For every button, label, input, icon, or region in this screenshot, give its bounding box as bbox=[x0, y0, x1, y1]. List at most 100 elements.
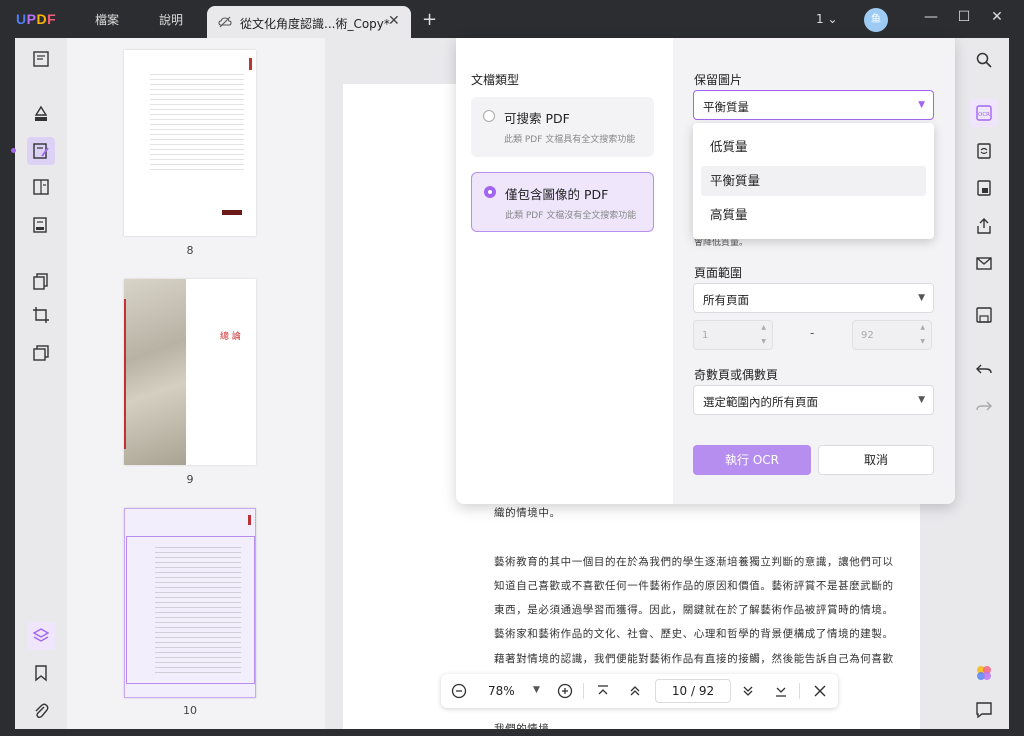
option-title: 可搜索 PDF bbox=[504, 111, 570, 126]
divider bbox=[799, 683, 800, 699]
attachment-icon[interactable] bbox=[32, 702, 50, 720]
cloud-off-icon bbox=[218, 16, 232, 28]
text-line: 知道自己喜歡或不喜歡任何一件藝術作品的原因和價值。藝術評賞不是甚麼武斷的 bbox=[494, 580, 894, 592]
thumbnail-number: 8 bbox=[186, 244, 194, 257]
close-window-icon[interactable]: ✕ bbox=[989, 9, 1005, 25]
page-number-input[interactable]: 10 / 92 bbox=[655, 679, 731, 703]
zoom-dropdown-icon[interactable]: ▼ bbox=[533, 685, 540, 695]
bookmark-icon[interactable] bbox=[32, 664, 50, 682]
edit-pdf-icon[interactable] bbox=[32, 142, 50, 160]
thumbnail-number: 9 bbox=[186, 473, 194, 486]
tab-close-icon[interactable]: ✕ bbox=[388, 13, 400, 29]
increment-icon[interactable]: ▲ bbox=[920, 324, 925, 331]
title-bar: UPDF 檔案 說明 從文化角度認識...術_Copy* ✕ + 1 ⌄ 鱼 —… bbox=[0, 0, 1024, 38]
caret-down-icon: ▼ bbox=[918, 293, 925, 303]
caret-down-icon: ▼ bbox=[918, 100, 925, 110]
text-line: 織的情境中。 bbox=[494, 507, 561, 519]
select-value: 所有頁面 bbox=[703, 293, 749, 307]
thumbnail-page-10-selected[interactable] bbox=[124, 508, 256, 698]
ai-assistant-icon[interactable] bbox=[975, 664, 993, 682]
minimize-icon[interactable]: — bbox=[923, 9, 939, 25]
quality-option-high[interactable]: 高質量 bbox=[701, 200, 926, 230]
range-to-value: 92 bbox=[861, 330, 874, 341]
app-logo: UPDF bbox=[16, 11, 57, 27]
previous-page-icon[interactable] bbox=[627, 683, 643, 699]
zoom-toolbar: 78% ▼ 10 / 92 bbox=[441, 674, 838, 708]
organize-pages-icon[interactable] bbox=[32, 272, 50, 290]
caret-down-icon: ▼ bbox=[918, 395, 925, 405]
page-range-label: 頁面範圍 bbox=[694, 266, 743, 280]
text-line: 東西，是必須通過學習而獲得。因此，關鍵就在於了解藝術作品被評賞時的情境。 bbox=[494, 604, 894, 616]
share-icon[interactable] bbox=[975, 217, 993, 235]
protect-icon[interactable] bbox=[975, 179, 993, 197]
range-to-input[interactable]: 92 ▲ ▼ bbox=[852, 320, 932, 350]
ocr-icon[interactable]: OCR bbox=[975, 104, 993, 122]
window-count[interactable]: 1 ⌄ bbox=[816, 12, 838, 26]
new-tab-icon[interactable]: + bbox=[422, 9, 437, 30]
radio-searchable[interactable] bbox=[483, 110, 495, 122]
radio-image-only[interactable] bbox=[484, 186, 496, 198]
doc-type-label: 文檔類型 bbox=[471, 73, 520, 87]
highlighter-icon[interactable] bbox=[32, 105, 50, 123]
first-page-icon[interactable] bbox=[595, 683, 611, 699]
select-value: 平衡質量 bbox=[703, 100, 749, 114]
run-ocr-button[interactable]: 執行 OCR bbox=[693, 445, 811, 475]
divider bbox=[583, 683, 584, 699]
email-icon[interactable] bbox=[975, 254, 993, 272]
image-quality-select[interactable]: 平衡質量 ▼ bbox=[693, 90, 934, 120]
zoom-value[interactable]: 78% bbox=[488, 684, 515, 698]
comment-icon[interactable] bbox=[975, 701, 993, 719]
range-separator: - bbox=[810, 326, 815, 340]
compress-icon[interactable] bbox=[32, 344, 50, 362]
left-toolbar bbox=[11, 38, 67, 729]
active-indicator bbox=[11, 148, 16, 153]
thumbnail-number: 10 bbox=[183, 704, 197, 717]
page-text-preview bbox=[155, 543, 241, 673]
text-line: 藝術家和藝術作品的文化、社會、歷史、心理和哲學的背景便構成了情境的建製。 bbox=[494, 628, 894, 640]
increment-icon[interactable]: ▲ bbox=[761, 324, 766, 331]
search-icon[interactable] bbox=[975, 51, 993, 69]
option-searchable-pdf[interactable]: 可搜索 PDF 此類 PDF 文檔具有全文搜索功能 bbox=[471, 97, 654, 157]
document-tab[interactable]: 從文化角度認識...術_Copy* ✕ bbox=[207, 6, 411, 38]
menu-help[interactable]: 說明 bbox=[159, 11, 183, 28]
zoom-in-icon[interactable] bbox=[557, 683, 573, 699]
zoom-out-icon[interactable] bbox=[451, 683, 467, 699]
last-page-icon[interactable] bbox=[773, 683, 789, 699]
tab-title: 從文化角度認識...術_Copy* bbox=[240, 17, 390, 31]
undo-icon[interactable] bbox=[975, 360, 993, 378]
save-icon[interactable] bbox=[975, 306, 993, 324]
quality-option-low[interactable]: 低質量 bbox=[701, 132, 926, 162]
avatar[interactable]: 鱼 bbox=[864, 8, 888, 32]
page-range-select[interactable]: 所有頁面 ▼ bbox=[693, 283, 934, 313]
total-pages: 92 bbox=[698, 684, 715, 698]
thumbnail-page-9[interactable]: 總 論 bbox=[124, 279, 256, 465]
crop-icon[interactable] bbox=[32, 306, 50, 324]
decrement-icon[interactable]: ▼ bbox=[920, 338, 925, 345]
redo-icon[interactable] bbox=[975, 397, 993, 415]
select-value: 選定範圍內的所有頁面 bbox=[703, 395, 818, 409]
quality-option-balanced[interactable]: 平衡質量 bbox=[701, 166, 926, 196]
close-zoombar-icon[interactable] bbox=[812, 683, 828, 699]
svg-text:OCR: OCR bbox=[978, 112, 990, 118]
landscape-image bbox=[124, 279, 186, 465]
page-red-block bbox=[222, 210, 242, 215]
next-page-icon[interactable] bbox=[740, 683, 756, 699]
reader-icon[interactable] bbox=[32, 50, 50, 68]
page-marker bbox=[248, 515, 251, 525]
option-image-only-pdf[interactable]: 僅包含圖像的 PDF 此類 PDF 文檔沒有全文搜索功能 bbox=[471, 172, 654, 232]
layers-icon[interactable] bbox=[32, 627, 50, 645]
cancel-button[interactable]: 取消 bbox=[818, 445, 934, 475]
convert-icon[interactable] bbox=[975, 142, 993, 160]
option-description: 此類 PDF 文檔具有全文搜索功能 bbox=[504, 135, 636, 145]
text-line: 藝術教育的其中一個目的在於為我們的學生逐漸培養獨立判斷的意識，讓他們可以 bbox=[494, 556, 894, 568]
option-title: 僅包含圖像的 PDF bbox=[505, 187, 609, 202]
decrement-icon[interactable]: ▼ bbox=[761, 338, 766, 345]
thumbnail-page-8[interactable] bbox=[124, 50, 256, 236]
form-icon[interactable] bbox=[32, 178, 50, 196]
range-from-input[interactable]: 1 ▲ ▼ bbox=[693, 320, 773, 350]
maximize-icon[interactable]: ☐ bbox=[956, 9, 972, 25]
page-marker bbox=[249, 58, 252, 70]
sign-icon[interactable] bbox=[32, 216, 50, 234]
menu-file[interactable]: 檔案 bbox=[95, 11, 119, 28]
odd-even-select[interactable]: 選定範圍內的所有頁面 ▼ bbox=[693, 385, 934, 415]
